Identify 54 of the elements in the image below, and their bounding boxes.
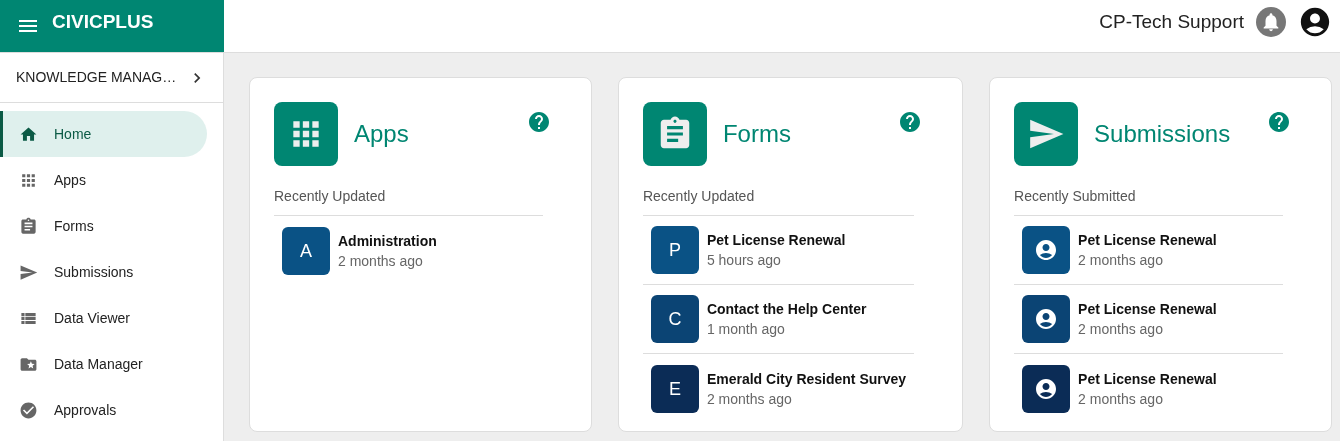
recent-item[interactable]: C Contact the Help Center 1 month ago <box>642 285 915 354</box>
item-name: Contact the Help Center <box>706 300 867 319</box>
item-time: 1 month ago <box>706 320 786 339</box>
item-name: Pet License Renewal <box>1078 369 1217 389</box>
user-name: CP-Tech Support <box>1099 9 1244 34</box>
item-time: 2 months ago <box>1078 389 1164 409</box>
person-icon <box>1034 238 1059 262</box>
item-time: 2 months ago <box>706 389 793 409</box>
help-button[interactable] <box>526 110 551 134</box>
nav-item[interactable]: Apps <box>0 157 207 203</box>
item-name: Emerald City Resident Survey <box>706 369 907 389</box>
item-time: 2 months ago <box>338 251 424 271</box>
letter-avatar: C <box>650 295 699 343</box>
item-name: Pet License Renewal <box>706 231 846 250</box>
card-title: Forms <box>722 119 791 149</box>
section-selector[interactable]: KNOWLEDGE MANAG… <box>0 53 223 103</box>
home-icon <box>19 124 38 144</box>
item-time: 2 months ago <box>1078 251 1164 270</box>
letter-avatar: E <box>650 364 699 413</box>
item-name: Pet License Renewal <box>1078 231 1217 250</box>
card-subtitle: Recently Submitted <box>1014 186 1283 216</box>
person-icon <box>1034 376 1059 401</box>
recent-item[interactable]: A Administration 2 months ago <box>274 216 543 285</box>
nav-item[interactable]: Data Manager <box>0 341 207 387</box>
recent-item[interactable]: Pet License Renewal 2 months ago <box>1014 354 1283 423</box>
card-title: Apps <box>354 119 409 149</box>
help-button[interactable] <box>898 110 923 134</box>
account-icon[interactable] <box>1298 5 1332 39</box>
card-subtitle: Recently Updated <box>642 186 915 216</box>
nav-item[interactable]: Approvals <box>0 387 207 433</box>
nav-item[interactable]: Data Viewer <box>0 295 207 341</box>
help-icon <box>1267 110 1291 134</box>
recent-item[interactable]: Pet License Renewal 2 months ago <box>1014 216 1283 285</box>
recent-item[interactable]: P Pet License Renewal 5 hours ago <box>642 216 915 285</box>
item-time: 2 months ago <box>1078 320 1164 339</box>
card-subtitle: Recently Updated <box>274 186 543 216</box>
item-time: 5 hours ago <box>706 251 782 270</box>
item-name: Administration <box>338 231 437 251</box>
nav-item[interactable]: Home <box>0 111 207 157</box>
notifications-button[interactable] <box>1256 7 1286 37</box>
nav-item[interactable]: Forms <box>0 203 207 249</box>
letter-avatar: P <box>650 226 699 274</box>
recent-item[interactable]: E Emerald City Resident Survey 2 months ago <box>642 354 915 423</box>
nav-item[interactable]: Submissions <box>0 249 207 295</box>
clipboard-icon <box>19 216 38 236</box>
letter-avatar: A <box>282 226 330 275</box>
item-name: Pet License Renewal <box>1078 300 1217 319</box>
card-title: Submissions <box>1094 119 1231 149</box>
help-button[interactable] <box>1267 110 1291 134</box>
help-icon <box>526 110 551 134</box>
help-icon <box>898 110 923 134</box>
recent-item[interactable]: Pet License Renewal 2 months ago <box>1014 285 1283 354</box>
person-icon <box>1034 307 1059 331</box>
brand-logo: CIVICPLUS <box>52 9 154 34</box>
